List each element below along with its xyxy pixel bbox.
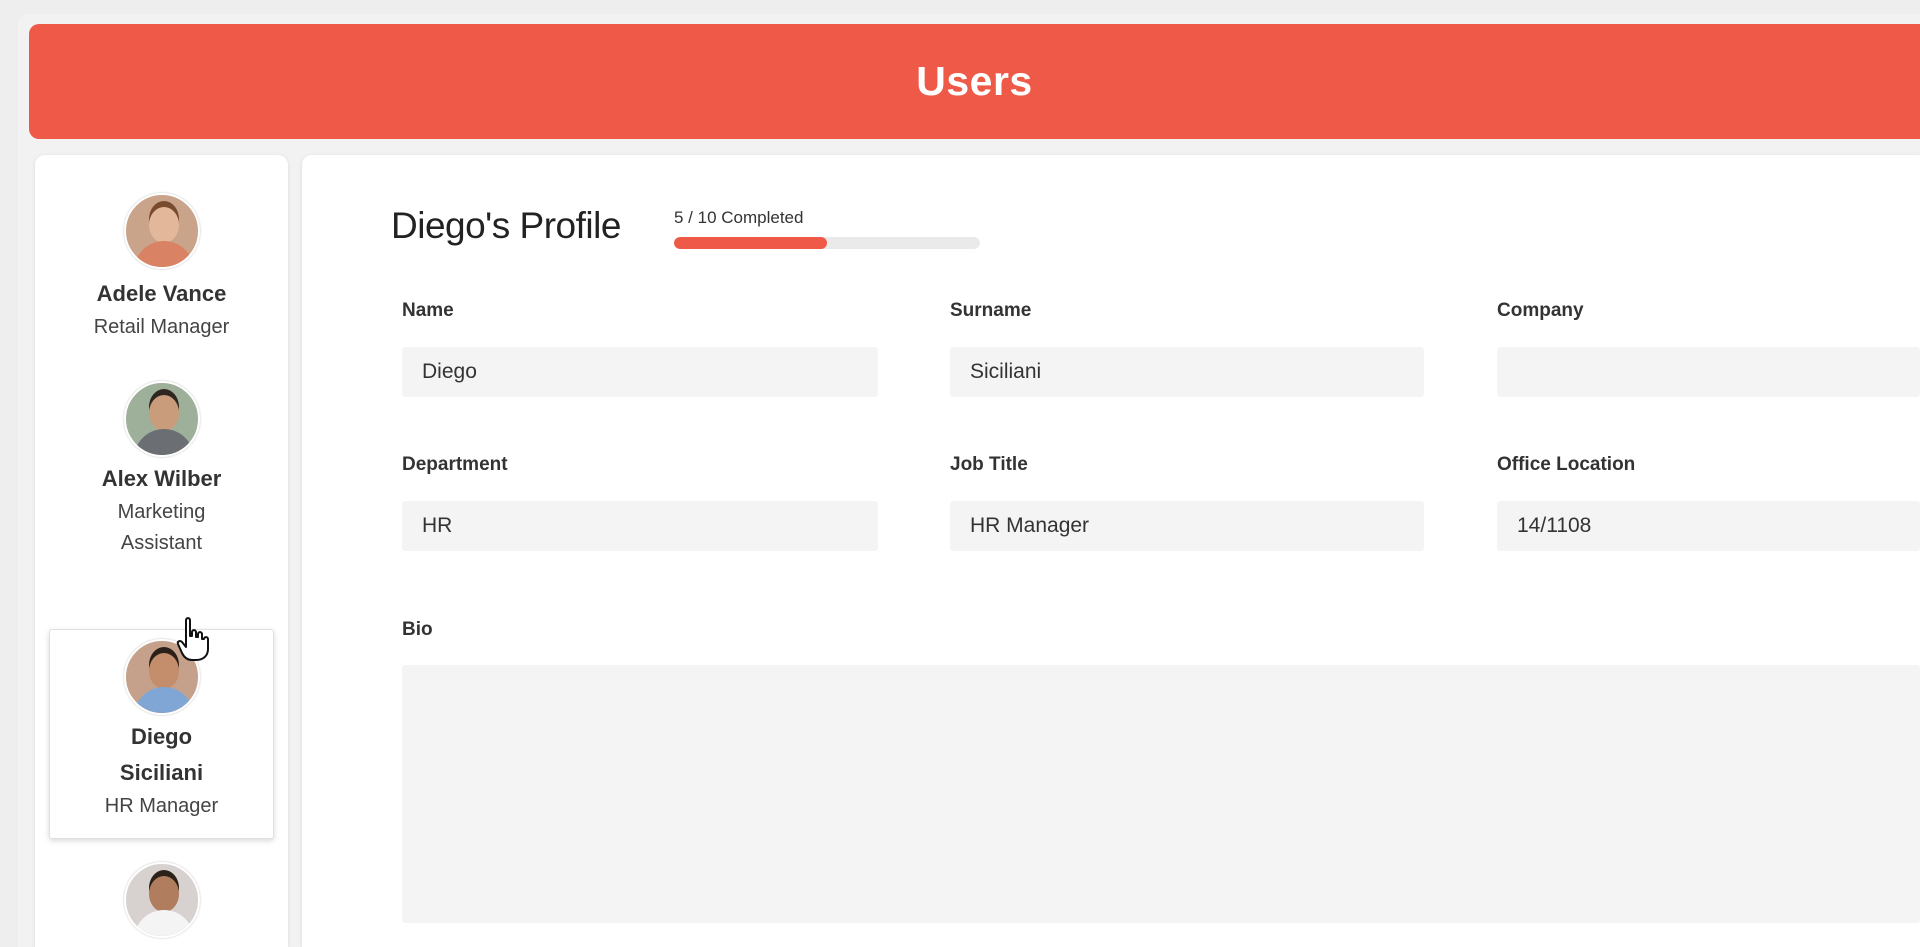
name-label: Name	[402, 300, 454, 321]
user-name: Adele Vance	[96, 281, 227, 306]
office-location-input[interactable]	[1497, 501, 1920, 551]
company-input[interactable]	[1497, 347, 1920, 397]
surname-label: Surname	[950, 300, 1032, 321]
company-label: Company	[1497, 300, 1584, 321]
user-card-diego-siciliani[interactable]: Diego Siciliani HR Manager	[49, 629, 274, 839]
surname-input[interactable]	[950, 347, 1424, 397]
header-bar: Users	[29, 24, 1920, 139]
bio-textarea[interactable]	[402, 665, 1920, 923]
department-label: Department	[402, 454, 508, 475]
user-role: HR Manager	[104, 795, 219, 817]
user-card-alex-wilber[interactable]: Alex Wilber Marketing Assistant	[49, 381, 274, 559]
profile-title: Diego's Profile	[391, 205, 621, 246]
name-input[interactable]	[402, 347, 878, 397]
job-title-input[interactable]	[950, 501, 1424, 551]
avatar	[123, 193, 200, 269]
job-title-label: Job Title	[950, 454, 1028, 475]
progress-fill	[674, 237, 827, 249]
department-input[interactable]	[402, 501, 878, 551]
user-name: Alex Wilber	[101, 466, 222, 491]
avatar	[123, 381, 200, 457]
user-name: Diego Siciliani	[119, 724, 204, 785]
profile-panel: Diego's Profile 5 / 10 Completed Name Su…	[302, 155, 1920, 947]
bio-label: Bio	[402, 619, 433, 640]
user-card-adele-vance[interactable]: Adele Vance Retail Manager	[49, 193, 274, 343]
header-title: Users	[916, 58, 1033, 104]
user-role: Retail Manager	[93, 316, 230, 338]
avatar	[123, 862, 200, 938]
user-list-sidebar: Adele Vance Retail Manager Alex Wilber M…	[35, 155, 288, 947]
office-location-label: Office Location	[1497, 454, 1636, 475]
progress-bar	[674, 237, 980, 249]
user-role: Marketing Assistant	[117, 501, 206, 554]
hand-pointer-icon	[176, 617, 209, 661]
user-card[interactable]	[49, 862, 274, 938]
progress-label: 5 / 10 Completed	[674, 208, 804, 227]
